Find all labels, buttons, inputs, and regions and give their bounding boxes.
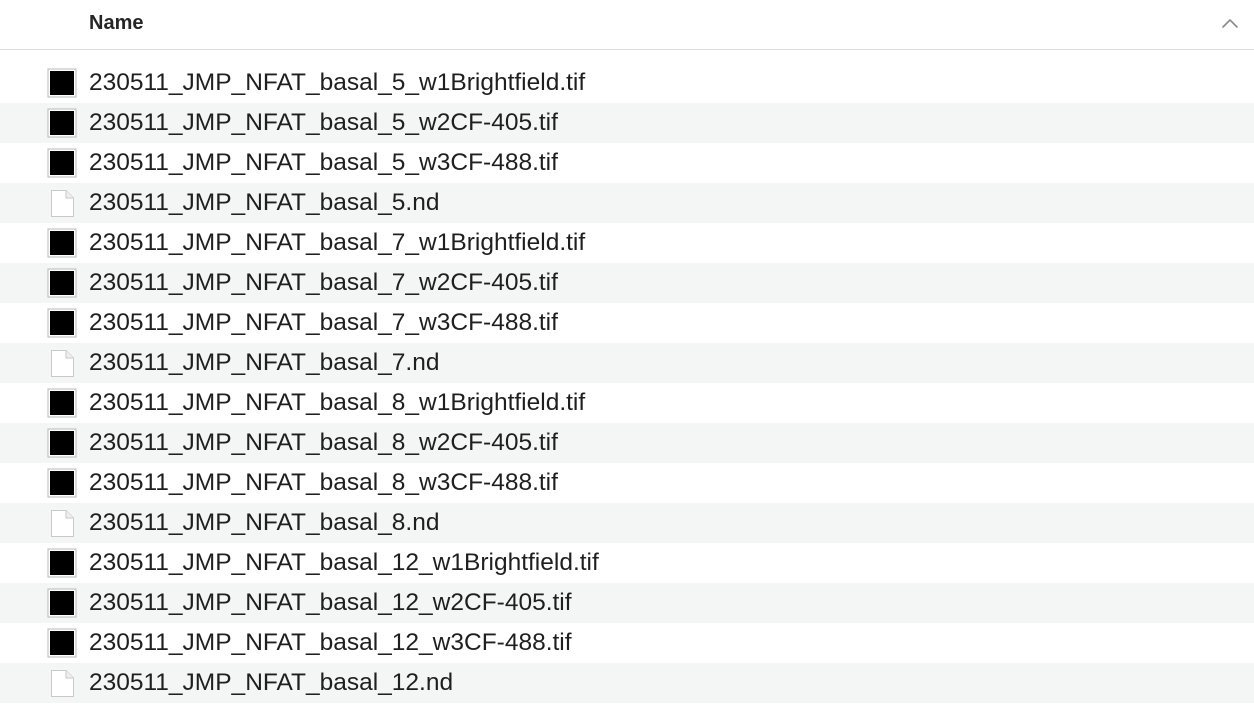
tif-thumbnail-icon[interactable] [47,148,77,178]
file-name[interactable]: 230511_JMP_NFAT_basal_7_w3CF-488.tif [89,309,558,337]
file-name[interactable]: 230511_JMP_NFAT_basal_7_w2CF-405.tif [89,269,558,297]
tif-thumbnail-icon[interactable] [47,428,77,458]
file-row[interactable]: 230511_JMP_NFAT_basal_5_w2CF-405.tif [0,103,1254,143]
file-row[interactable]: 230511_JMP_NFAT_basal_7_w2CF-405.tif [0,263,1254,303]
file-row[interactable]: 230511_JMP_NFAT_basal_5_w3CF-488.tif [0,143,1254,183]
finder-list-view: Name 230511_JMP_NFAT_basal_5_w1Brightfie… [0,0,1254,706]
file-row[interactable]: 230511_JMP_NFAT_basal_8_w2CF-405.tif [0,423,1254,463]
file-name[interactable]: 230511_JMP_NFAT_basal_8.nd [89,509,440,537]
tif-thumbnail-icon[interactable] [47,388,77,418]
file-name[interactable]: 230511_JMP_NFAT_basal_8_w2CF-405.tif [89,429,558,457]
file-row[interactable]: 230511_JMP_NFAT_basal_5_w1Brightfield.ti… [0,63,1254,103]
blank-document-icon[interactable] [47,348,77,378]
file-row[interactable]: 230511_JMP_NFAT_basal_5.nd [0,183,1254,223]
tif-thumbnail-icon[interactable] [47,548,77,578]
file-row[interactable]: 230511_JMP_NFAT_basal_7_w3CF-488.tif [0,303,1254,343]
file-row[interactable]: 230511_JMP_NFAT_basal_7_w1Brightfield.ti… [0,223,1254,263]
chevron-up-icon[interactable] [1220,16,1240,30]
name-column-title[interactable]: Name [89,11,143,35]
file-name[interactable]: 230511_JMP_NFAT_basal_5.nd [89,189,440,217]
file-row[interactable]: 230511_JMP_NFAT_basal_12_w2CF-405.tif [0,583,1254,623]
file-name[interactable]: 230511_JMP_NFAT_basal_12_w2CF-405.tif [89,589,572,617]
tif-thumbnail-icon[interactable] [47,268,77,298]
file-row[interactable]: 230511_JMP_NFAT_basal_8_w3CF-488.tif [0,463,1254,503]
tif-thumbnail-icon[interactable] [47,108,77,138]
file-name[interactable]: 230511_JMP_NFAT_basal_12_w1Brightfield.t… [89,549,599,577]
file-row[interactable]: 230511_JMP_NFAT_basal_12_w3CF-488.tif [0,623,1254,663]
blank-document-icon[interactable] [47,668,77,698]
file-row[interactable]: 230511_JMP_NFAT_basal_8_w1Brightfield.ti… [0,383,1254,423]
file-name[interactable]: 230511_JMP_NFAT_basal_8_w3CF-488.tif [89,469,558,497]
tif-thumbnail-icon[interactable] [47,468,77,498]
file-list: 230511_JMP_NFAT_basal_5_w1Brightfield.ti… [0,63,1254,703]
tif-thumbnail-icon[interactable] [47,68,77,98]
tif-thumbnail-icon[interactable] [47,308,77,338]
file-name[interactable]: 230511_JMP_NFAT_basal_8_w1Brightfield.ti… [89,389,585,417]
file-name[interactable]: 230511_JMP_NFAT_basal_12_w3CF-488.tif [89,629,572,657]
file-name[interactable]: 230511_JMP_NFAT_basal_7.nd [89,349,440,377]
file-name[interactable]: 230511_JMP_NFAT_basal_5_w3CF-488.tif [89,149,558,177]
file-row[interactable]: 230511_JMP_NFAT_basal_12_w1Brightfield.t… [0,543,1254,583]
tif-thumbnail-icon[interactable] [47,588,77,618]
tif-thumbnail-icon[interactable] [47,628,77,658]
file-row[interactable]: 230511_JMP_NFAT_basal_12.nd [0,663,1254,703]
file-name[interactable]: 230511_JMP_NFAT_basal_5_w2CF-405.tif [89,109,558,137]
tif-thumbnail-icon[interactable] [47,228,77,258]
file-name[interactable]: 230511_JMP_NFAT_basal_5_w1Brightfield.ti… [89,69,585,97]
blank-document-icon[interactable] [47,188,77,218]
blank-document-icon[interactable] [47,508,77,538]
name-column-header[interactable]: Name [0,0,1254,50]
file-row[interactable]: 230511_JMP_NFAT_basal_7.nd [0,343,1254,383]
file-name[interactable]: 230511_JMP_NFAT_basal_7_w1Brightfield.ti… [89,229,585,257]
file-row[interactable]: 230511_JMP_NFAT_basal_8.nd [0,503,1254,543]
file-name[interactable]: 230511_JMP_NFAT_basal_12.nd [89,669,453,697]
